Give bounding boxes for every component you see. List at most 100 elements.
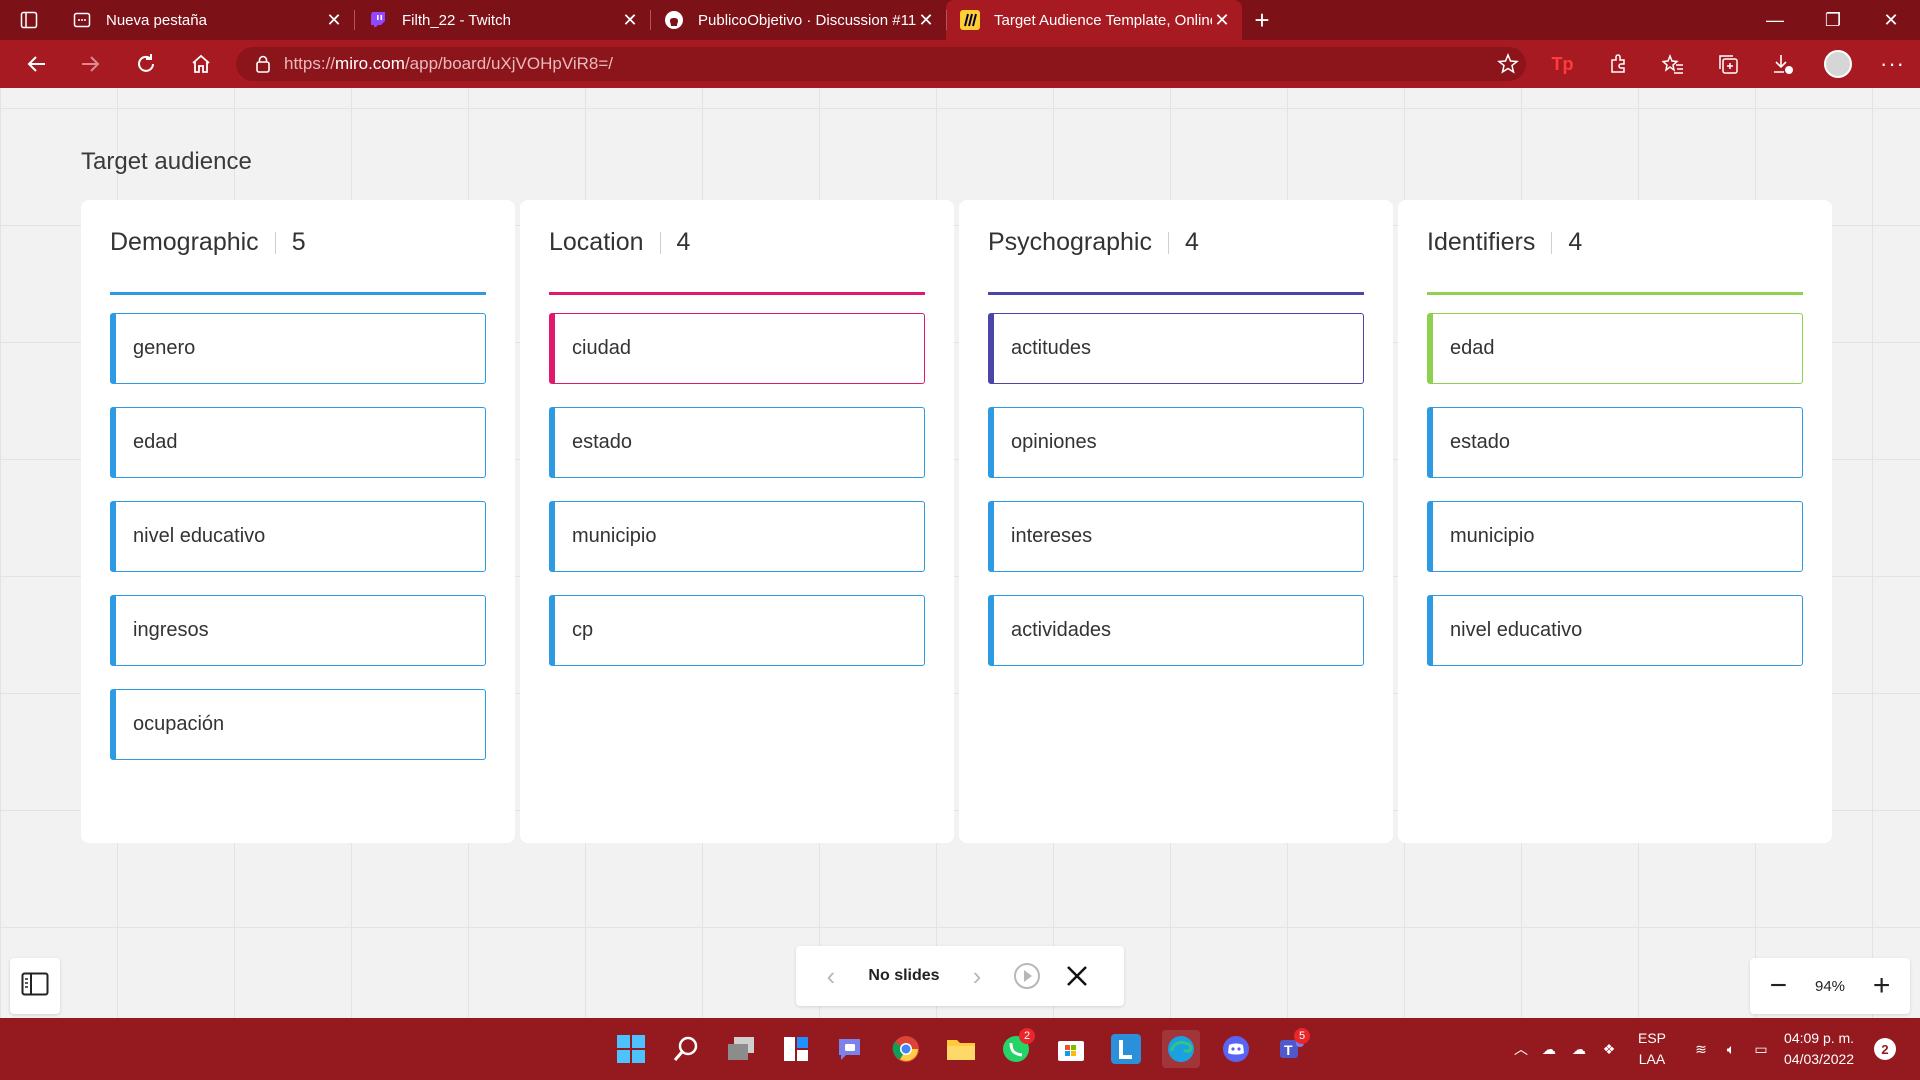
close-tab-icon[interactable]: ✕ xyxy=(1212,10,1232,31)
card-item[interactable]: estado xyxy=(1427,407,1803,478)
card-item[interactable]: ingresos xyxy=(110,595,486,666)
file-explorer-icon[interactable] xyxy=(942,1030,980,1068)
more-options-icon[interactable]: ··· xyxy=(1865,40,1920,88)
card-item[interactable]: edad xyxy=(110,407,486,478)
address-bar[interactable]: https://miro.com/app/board/uXjVOHpViR8=/ xyxy=(236,47,1526,81)
dropbox-icon[interactable]: ❖ xyxy=(1594,1041,1624,1058)
card-item[interactable]: actitudes xyxy=(988,313,1364,384)
tab-github[interactable]: PublicoObjetivo · Discussion #11 ✕ xyxy=(650,0,946,40)
language-code: ESP xyxy=(1638,1030,1667,1046)
extensions-icon[interactable] xyxy=(1590,40,1645,88)
collections-icon[interactable] xyxy=(1700,40,1755,88)
widgets-icon[interactable] xyxy=(777,1030,815,1068)
card-item[interactable]: estado xyxy=(549,407,925,478)
browser-tab-strip: Nueva pestaña ✕ Filth_22 - Twitch ✕ Publ… xyxy=(0,0,1920,40)
back-icon[interactable] xyxy=(8,40,63,88)
add-favorite-icon[interactable] xyxy=(1480,40,1535,88)
close-tab-icon[interactable]: ✕ xyxy=(324,10,344,31)
tab-nueva-pestana[interactable]: Nueva pestaña ✕ xyxy=(58,0,354,40)
notification-count-badge[interactable]: 2 xyxy=(1874,1038,1896,1060)
url-host: miro.com xyxy=(335,54,405,73)
miro-board-canvas[interactable]: Target audience Demographic 5 genero edad… xyxy=(0,88,1920,1018)
card-item[interactable]: opiniones xyxy=(988,407,1364,478)
twitch-icon xyxy=(368,10,388,30)
column-header: Psychographic 4 xyxy=(988,228,1199,257)
wifi-icon[interactable]: ≋ xyxy=(1686,1041,1716,1058)
card-item[interactable]: actividades xyxy=(988,595,1364,666)
windows-start-icon[interactable] xyxy=(612,1030,650,1068)
zoom-in-button[interactable]: + xyxy=(1862,969,1902,1003)
previous-slide-icon[interactable]: ‹ xyxy=(806,946,856,1006)
onedrive-icon[interactable]: ☁ xyxy=(1534,1041,1564,1058)
board-frame-title: Target audience xyxy=(81,148,252,175)
zoom-level[interactable]: 94% xyxy=(1815,978,1845,995)
microsoft-store-icon[interactable] xyxy=(1052,1030,1090,1068)
minimize-icon[interactable]: — xyxy=(1746,0,1804,40)
column-header: Location 4 xyxy=(549,228,690,257)
tab-actions-icon[interactable] xyxy=(0,0,58,40)
close-presentation-icon[interactable] xyxy=(1052,946,1102,1006)
card-item[interactable]: municipio xyxy=(549,501,925,572)
close-tab-icon[interactable]: ✕ xyxy=(916,10,936,31)
teams-icon[interactable]: T5 xyxy=(1272,1028,1310,1068)
taskbar-clock[interactable]: 04:09 p. m. 04/03/2022 xyxy=(1784,1028,1854,1070)
url-text: https://miro.com/app/board/uXjVOHpViR8=/ xyxy=(284,54,613,74)
refresh-icon[interactable] xyxy=(118,40,173,88)
card-item[interactable]: nivel educativo xyxy=(110,501,486,572)
card-item[interactable]: genero xyxy=(110,313,486,384)
next-slide-icon[interactable]: › xyxy=(952,946,1002,1006)
forward-icon[interactable] xyxy=(63,40,118,88)
miro-icon xyxy=(960,10,980,30)
close-window-icon[interactable]: ✕ xyxy=(1862,0,1920,40)
frames-panel-button[interactable] xyxy=(10,958,60,1014)
system-tray: ︿ ☁ ☁ ❖ xyxy=(1508,1018,1624,1080)
column-accent-line xyxy=(1427,292,1803,295)
favorites-icon[interactable] xyxy=(1645,40,1700,88)
lock-icon[interactable] xyxy=(256,55,270,73)
profile-avatar[interactable] xyxy=(1810,40,1865,88)
chrome-icon[interactable] xyxy=(887,1030,925,1068)
whatsapp-icon[interactable]: 2 xyxy=(997,1028,1035,1068)
l-app-icon[interactable] xyxy=(1107,1030,1145,1068)
card-item[interactable]: intereses xyxy=(988,501,1364,572)
search-icon[interactable] xyxy=(667,1030,705,1068)
volume-icon[interactable]: 🔈︎ xyxy=(1716,1041,1746,1058)
teams-chat-icon[interactable] xyxy=(832,1030,870,1068)
input-language-indicator[interactable]: ESP LAA xyxy=(1638,1028,1666,1070)
toolbar-right-icons: Tp ··· xyxy=(1480,40,1920,88)
clock-date: 04/03/2022 xyxy=(1784,1051,1855,1067)
cloud-sync-icon[interactable]: ☁ xyxy=(1564,1041,1594,1058)
card-item[interactable]: edad xyxy=(1427,313,1803,384)
column-demographic[interactable]: Demographic 5 genero edad nivel educativo… xyxy=(81,200,515,843)
column-count: 4 xyxy=(676,228,691,256)
card-item[interactable]: nivel educativo xyxy=(1427,595,1803,666)
column-identifiers[interactable]: Identifiers 4 edad estado municipio nivel… xyxy=(1398,200,1832,843)
column-header: Identifiers 4 xyxy=(1427,228,1582,257)
tab-twitch[interactable]: Filth_22 - Twitch ✕ xyxy=(354,0,650,40)
column-name: Location xyxy=(549,228,644,256)
downloads-icon[interactable] xyxy=(1755,40,1810,88)
home-icon[interactable] xyxy=(173,40,228,88)
task-view-icon[interactable] xyxy=(722,1030,760,1068)
zoom-out-button[interactable]: − xyxy=(1758,969,1798,1003)
discord-icon[interactable] xyxy=(1217,1030,1255,1068)
show-hidden-icons-chevron[interactable]: ︿ xyxy=(1508,1039,1534,1059)
column-count: 5 xyxy=(291,228,306,256)
restore-icon[interactable]: ❐ xyxy=(1804,0,1862,40)
battery-icon[interactable]: ▭ xyxy=(1746,1041,1776,1058)
card-item[interactable]: ocupación xyxy=(110,689,486,760)
card-item[interactable]: ciudad xyxy=(549,313,925,384)
card-item[interactable]: municipio xyxy=(1427,501,1803,572)
tab-title: Target Audience Template, Online xyxy=(994,11,1212,29)
clock-time: 04:09 p. m. xyxy=(1784,1030,1855,1046)
card-item[interactable]: cp xyxy=(549,595,925,666)
tab-miro[interactable]: Target Audience Template, Online ✕ xyxy=(946,0,1242,40)
edge-icon[interactable] xyxy=(1162,1030,1200,1068)
play-presentation-icon[interactable] xyxy=(1002,946,1052,1006)
new-tab-button[interactable]: + xyxy=(1242,0,1282,40)
column-location[interactable]: Location 4 ciudad estado municipio cp xyxy=(520,200,954,843)
extension-tp-icon[interactable]: Tp xyxy=(1535,40,1590,88)
close-tab-icon[interactable]: ✕ xyxy=(620,10,640,31)
column-psychographic[interactable]: Psychographic 4 actitudes opiniones inter… xyxy=(959,200,1393,843)
status-icons: ≋ 🔈︎ ▭ xyxy=(1686,1018,1776,1080)
